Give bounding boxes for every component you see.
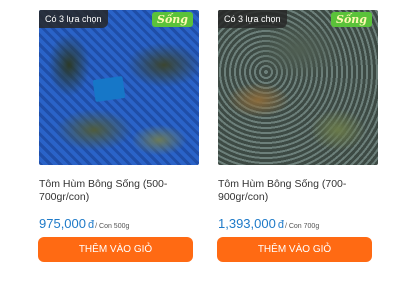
add-to-cart-button[interactable]: THÊM VÀO GIỎ [217,237,372,262]
product-card[interactable]: Có 3 lựa chọn Sống Tôm Hùm Bông Sống (50… [38,10,199,272]
product-price: 1,393,000 [218,216,276,231]
product-name[interactable]: Tôm Hùm Bông Sống (500-700gr/con) [39,178,199,204]
price-row: 975,000 đ/ Con 500g [39,215,199,233]
currency-symbol: đ [277,219,284,231]
product-name[interactable]: Tôm Hùm Bông Sống (700-900gr/con) [218,178,378,204]
options-badge: Có 3 lựa chọn [39,10,108,28]
product-price: 975,000 [39,216,86,231]
product-card[interactable]: Có 3 lựa chọn Sống Tôm Hùm Bông Sống (70… [217,10,378,272]
packaging-box [92,76,126,102]
product-image[interactable]: Có 3 lựa chọn Sống [39,10,199,165]
live-badge: Sống [152,12,193,27]
add-to-cart-button[interactable]: THÊM VÀO GIỎ [38,237,193,262]
options-badge: Có 3 lựa chọn [218,10,287,28]
live-badge: Sống [331,12,372,27]
unit-label: / Con 700g [284,223,320,230]
product-image[interactable]: Có 3 lựa chọn Sống [218,10,378,165]
currency-symbol: đ [88,219,95,231]
unit-label: / Con 500g [95,223,130,230]
price-row: 1,393,000 đ/ Con 700g [218,215,378,233]
